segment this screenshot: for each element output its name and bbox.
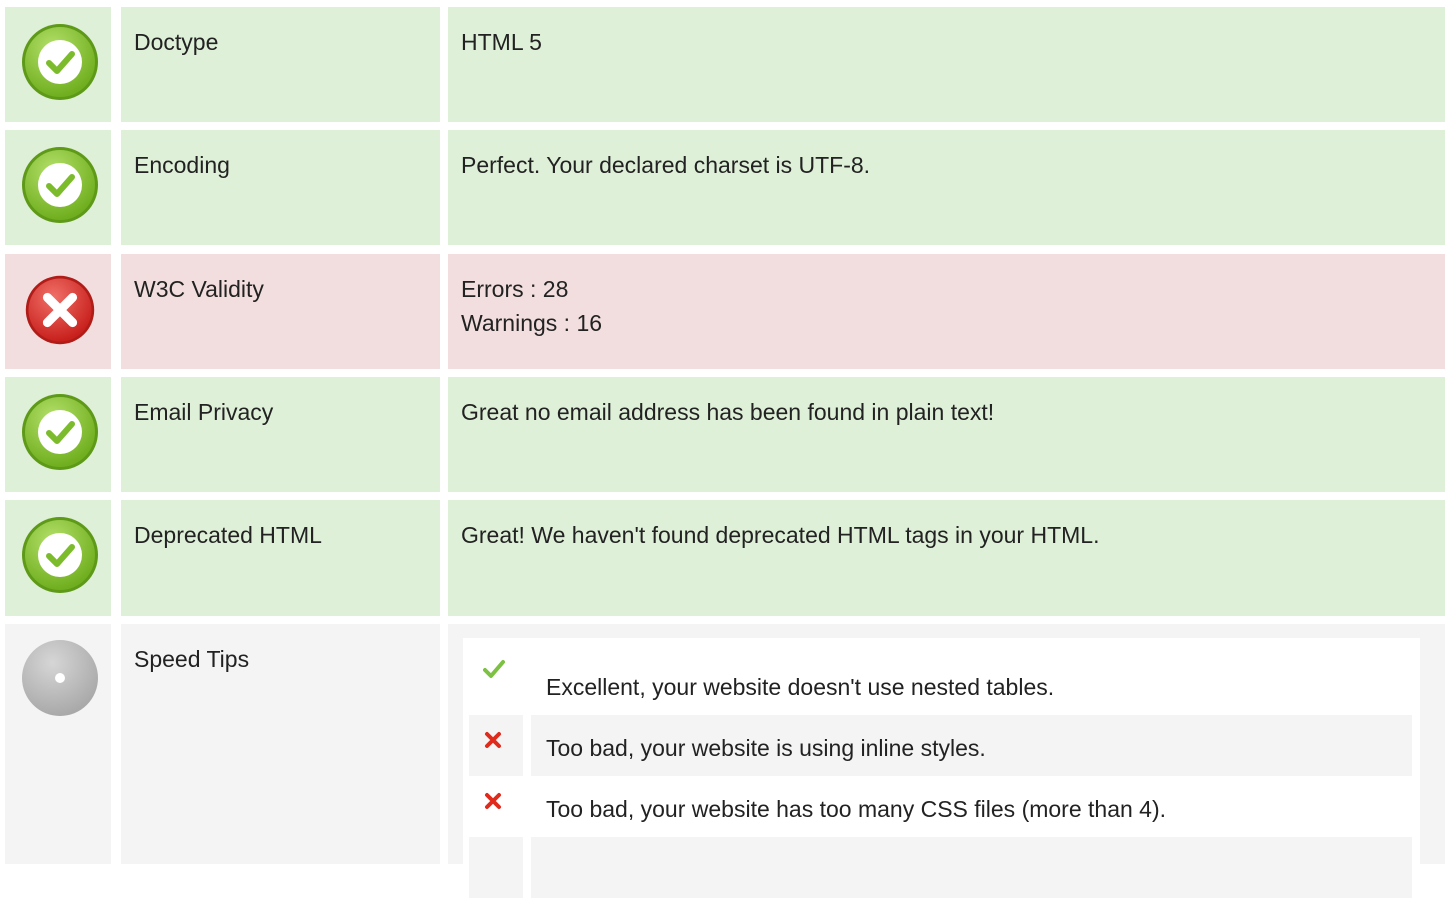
tip-text: Too bad, your website is using inline st… [546, 735, 986, 761]
check-result: Great no email address has been found in… [461, 395, 994, 429]
tip-icon-cell [469, 837, 523, 898]
check-name: W3C Validity [134, 276, 264, 302]
tip-text-cell: Too bad, your website has too many CSS f… [531, 776, 1412, 837]
result-line: Warnings : 16 [461, 310, 603, 336]
report-row-doctype: Doctype HTML 5 [0, 7, 1450, 122]
result-line: Errors : 28 [461, 276, 569, 302]
check-result-cell: Errors : 28 Warnings : 16 [448, 254, 1445, 369]
tip-text-cell [531, 837, 1412, 898]
check-result-cell: Great no email address has been found in… [448, 377, 1445, 492]
status-cell [5, 624, 111, 864]
checkmark-icon [483, 660, 505, 678]
report-row-encoding: Encoding Perfect. Your declared charset … [0, 130, 1450, 245]
status-cell [5, 130, 111, 245]
tip-icon-cell [469, 715, 523, 776]
check-name: Encoding [134, 152, 230, 178]
result-line: HTML 5 [461, 29, 542, 55]
tip-text-cell: Excellent, your website doesn't use nest… [531, 654, 1412, 715]
check-name: Speed Tips [134, 646, 250, 672]
result-line: Great no email address has been found in… [461, 399, 995, 425]
check-circle-icon [20, 392, 100, 472]
speed-tip-item [469, 837, 1412, 898]
check-circle-icon [20, 22, 100, 102]
tip-text: Too bad, your website has too many CSS f… [546, 796, 1167, 822]
result-line: Perfect. Your declared charset is UTF-8. [461, 152, 871, 178]
speed-tip-item: Too bad, your website has too many CSS f… [469, 776, 1412, 837]
check-name: Doctype [134, 29, 219, 55]
info-circle-icon [20, 638, 100, 718]
tip-text: Excellent, your website doesn't use nest… [546, 674, 1055, 700]
tip-text-cell: Too bad, your website is using inline st… [531, 715, 1412, 776]
check-name-cell: W3C Validity [121, 254, 440, 369]
check-circle-icon [20, 515, 100, 595]
report-row-email-privacy: Email Privacy Great no email address has… [0, 377, 1450, 492]
status-cell [5, 254, 111, 369]
speed-tip-item: Too bad, your website is using inline st… [469, 715, 1412, 776]
cross-circle-icon [24, 274, 96, 346]
check-name: Deprecated HTML [134, 522, 322, 548]
status-cell [5, 377, 111, 492]
check-name-cell: Encoding [121, 130, 440, 245]
status-cell [5, 500, 111, 616]
check-name-cell: Email Privacy [121, 377, 440, 492]
report-row-w3c-validity: W3C Validity Errors : 28 Warnings : 16 [0, 254, 1450, 369]
check-name-cell: Doctype [121, 7, 440, 122]
check-result: Great! We haven't found deprecated HTML … [461, 518, 1099, 552]
check-result: Perfect. Your declared charset is UTF-8. [461, 148, 870, 182]
report-row-deprecated-html: Deprecated HTML Great! We haven't found … [0, 500, 1450, 616]
speed-tips-list: Excellent, your website doesn't use nest… [463, 638, 1420, 898]
check-result: HTML 5 [461, 25, 542, 59]
check-result: Errors : 28 Warnings : 16 [461, 272, 602, 340]
check-circle-icon [20, 145, 100, 225]
status-cell [5, 7, 111, 122]
check-name-cell: Deprecated HTML [121, 500, 440, 616]
check-name: Email Privacy [134, 399, 274, 425]
tip-icon-cell [469, 776, 523, 837]
x-mark-icon [485, 793, 501, 809]
speed-tip-item: Excellent, your website doesn't use nest… [469, 654, 1412, 715]
x-mark-icon [485, 732, 501, 748]
check-name-cell: Speed Tips [121, 624, 440, 864]
result-line: Great! We haven't found deprecated HTML … [461, 522, 1100, 548]
tip-icon-cell [469, 654, 523, 715]
check-result-cell: Great! We haven't found deprecated HTML … [448, 500, 1445, 616]
check-result-cell: Perfect. Your declared charset is UTF-8. [448, 130, 1445, 245]
check-result-cell: HTML 5 [448, 7, 1445, 122]
